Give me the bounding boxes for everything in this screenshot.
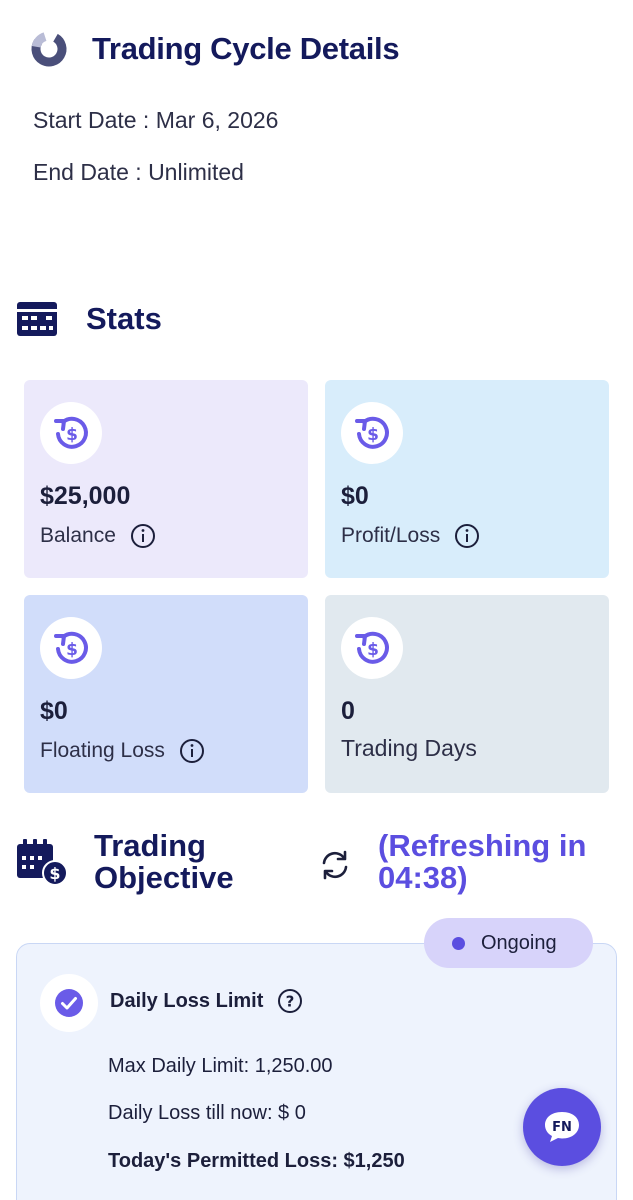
svg-text:$: $ [66, 640, 78, 660]
balance-label-row: Balance [40, 523, 156, 549]
floating-loss-value: $0 [40, 697, 68, 725]
svg-text:$: $ [367, 640, 379, 660]
daily-loss-till-now: Daily Loss till now: $ 0 [108, 1102, 306, 1124]
dollar-refresh-icon: $ [341, 402, 403, 464]
balance-label: Balance [40, 524, 116, 547]
dollar-refresh-icon: $ [341, 617, 403, 679]
start-date: Start Date : Mar 6, 2026 [33, 107, 279, 133]
info-icon[interactable] [179, 738, 205, 764]
stats-card-icon [17, 302, 57, 336]
stat-card-floating-loss: $ $0 Floating Loss [24, 595, 308, 793]
refresh-countdown: (Refreshing in 04:38) [378, 828, 587, 895]
profit-loss-value: $0 [341, 482, 369, 510]
status-dot [452, 936, 465, 950]
svg-text:?: ? [286, 993, 295, 1011]
page-title: Trading Cycle Details [92, 31, 400, 66]
stats-title: Stats [86, 301, 162, 336]
stat-card-trading-days: $ 0 Trading Days [325, 595, 609, 793]
status-text: Ongoing [481, 931, 557, 954]
max-daily-limit: Max Daily Limit: 1,250.00 [108, 1055, 333, 1077]
trading-days-value: 0 [341, 697, 355, 725]
help-icon[interactable]: ? [277, 988, 303, 1014]
dollar-refresh-icon: $ [40, 402, 102, 464]
svg-text:$: $ [49, 864, 60, 883]
dollar-refresh-icon: $ [40, 617, 102, 679]
calendar-dollar-icon: $ [17, 839, 68, 886]
objective-heading: $ Trading Objective [16, 830, 294, 894]
profit-loss-label-row: Profit/Loss [341, 523, 480, 549]
daily-loss-limit-heading: Daily Loss Limit ? [110, 988, 303, 1014]
cycle-logo-icon [31, 31, 67, 67]
profit-loss-label: Profit/Loss [341, 524, 441, 547]
svg-text:$: $ [66, 425, 78, 445]
page-header: Trading Cycle Details [30, 30, 400, 68]
trading-days-label-row: Trading Days [341, 735, 477, 762]
end-date: End Date : Unlimited [33, 159, 244, 185]
check-icon [40, 974, 98, 1032]
objective-title: Trading Objective [94, 828, 234, 895]
info-icon[interactable] [130, 523, 156, 549]
daily-loss-limit-title: Daily Loss Limit [110, 989, 264, 1012]
stat-card-profit-loss: $ $0 Profit/Loss [325, 380, 609, 578]
refresh-icon[interactable] [318, 848, 352, 882]
floating-loss-label: Floating Loss [40, 739, 165, 762]
chat-button[interactable]: FN [523, 1088, 601, 1166]
svg-text:$: $ [367, 425, 379, 445]
todays-permitted-loss: Today's Permitted Loss: $1,250 [108, 1150, 405, 1172]
cycle-dates: Start Date : Mar 6, 2026 End Date : Unli… [33, 104, 278, 208]
trading-days-label: Trading Days [341, 735, 477, 761]
floating-loss-label-row: Floating Loss [40, 738, 205, 764]
balance-value: $25,000 [40, 482, 131, 510]
stats-heading: Stats [16, 300, 162, 338]
svg-text:FN: FN [552, 1120, 572, 1135]
stat-card-balance: $ $25,000 Balance [24, 380, 308, 578]
chat-bubble-icon: FN [545, 1112, 579, 1142]
info-icon[interactable] [454, 523, 480, 549]
status-badge: Ongoing [424, 918, 593, 968]
